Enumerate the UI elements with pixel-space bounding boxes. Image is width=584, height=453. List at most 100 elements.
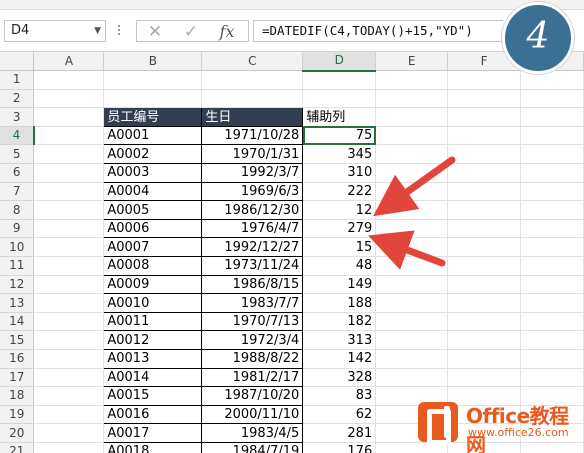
row-header[interactable]: 20: [0, 423, 35, 443]
employee-id-cell[interactable]: A0009: [103, 274, 203, 295]
row-header[interactable]: 9: [0, 219, 35, 239]
cell[interactable]: [447, 182, 522, 202]
header-helper-column[interactable]: 辅助列: [302, 107, 377, 127]
cell[interactable]: [33, 144, 105, 165]
helper-cell[interactable]: 176: [302, 442, 377, 453]
cell[interactable]: [447, 293, 522, 313]
cell[interactable]: [447, 89, 522, 109]
helper-cell[interactable]: 48: [302, 256, 377, 276]
cell[interactable]: [520, 368, 584, 388]
cell[interactable]: [33, 312, 105, 332]
birthday-cell[interactable]: 1986/12/30: [201, 200, 304, 220]
employee-id-cell[interactable]: A0004: [103, 181, 203, 202]
column-header-d[interactable]: D: [302, 52, 377, 72]
cell[interactable]: [375, 107, 449, 127]
cell[interactable]: [375, 126, 449, 146]
cell[interactable]: [33, 126, 105, 146]
row-header[interactable]: 1: [0, 70, 35, 90]
cell[interactable]: [33, 349, 105, 369]
chevron-down-icon[interactable]: ▼: [94, 21, 101, 41]
cell[interactable]: [520, 312, 584, 332]
cell[interactable]: [103, 70, 203, 90]
cell[interactable]: [520, 126, 584, 146]
header-employee-id[interactable]: 员工编号: [103, 107, 203, 127]
employee-id-cell[interactable]: A0003: [103, 163, 203, 183]
birthday-cell[interactable]: 1969/6/3: [201, 181, 304, 202]
cell[interactable]: [447, 70, 522, 90]
cell[interactable]: [375, 256, 449, 276]
cell[interactable]: [447, 237, 522, 258]
row-header[interactable]: 4: [0, 126, 35, 146]
cell[interactable]: [375, 293, 449, 313]
birthday-cell[interactable]: 1973/11/24: [201, 256, 304, 276]
row-header[interactable]: 2: [0, 89, 35, 109]
cell[interactable]: [375, 312, 449, 332]
row-header[interactable]: 11: [0, 256, 35, 276]
row-header[interactable]: 13: [0, 293, 35, 313]
birthday-cell[interactable]: 1987/10/20: [201, 386, 304, 406]
birthday-cell[interactable]: 1988/8/22: [201, 349, 304, 369]
drag-handle-icon[interactable]: [117, 23, 121, 39]
cell[interactable]: [375, 70, 449, 90]
cell[interactable]: [447, 312, 522, 332]
cell[interactable]: [375, 144, 449, 165]
helper-cell[interactable]: 279: [302, 219, 377, 239]
birthday-cell[interactable]: 1972/3/4: [201, 330, 304, 350]
birthday-cell[interactable]: 2000/11/10: [201, 404, 304, 425]
cell[interactable]: [375, 219, 449, 239]
cell[interactable]: [302, 89, 377, 109]
row-header[interactable]: 10: [0, 237, 35, 258]
cell[interactable]: [33, 275, 105, 295]
cell[interactable]: [520, 275, 584, 295]
helper-cell[interactable]: 313: [302, 330, 377, 350]
cell[interactable]: [520, 237, 584, 258]
birthday-cell[interactable]: 1970/1/31: [201, 144, 304, 165]
cell[interactable]: [520, 293, 584, 313]
employee-id-cell[interactable]: A0001: [103, 125, 203, 146]
cell[interactable]: [447, 330, 522, 350]
employee-id-cell[interactable]: A0006: [103, 218, 203, 239]
row-header[interactable]: 19: [0, 405, 35, 425]
cell[interactable]: [33, 256, 105, 276]
column-header-a[interactable]: A: [33, 52, 105, 72]
helper-cell[interactable]: 142: [302, 349, 377, 369]
helper-cell[interactable]: 345: [302, 144, 377, 165]
cell[interactable]: [375, 349, 449, 369]
birthday-cell[interactable]: 1970/7/13: [201, 311, 304, 332]
cell[interactable]: [33, 219, 105, 239]
cell[interactable]: [33, 423, 105, 443]
cell[interactable]: [375, 182, 449, 202]
row-header[interactable]: 15: [0, 330, 35, 350]
helper-cell[interactable]: 222: [302, 182, 377, 202]
employee-id-cell[interactable]: A0018: [103, 441, 203, 453]
helper-cell[interactable]: 62: [302, 405, 377, 425]
birthday-cell[interactable]: 1992/12/27: [201, 237, 304, 258]
cell[interactable]: [520, 219, 584, 239]
employee-id-cell[interactable]: A0008: [103, 256, 203, 276]
birthday-cell[interactable]: 1983/7/7: [201, 293, 304, 313]
cell[interactable]: [520, 182, 584, 202]
cell[interactable]: [520, 163, 584, 183]
cell[interactable]: [375, 275, 449, 295]
name-box[interactable]: D4 ▼: [4, 20, 106, 42]
birthday-cell[interactable]: 1986/8/15: [201, 274, 304, 295]
cell[interactable]: [375, 330, 449, 350]
cell[interactable]: [33, 368, 105, 388]
cell[interactable]: [33, 89, 105, 109]
employee-id-cell[interactable]: A0007: [103, 237, 203, 258]
cell[interactable]: [520, 70, 584, 90]
cell[interactable]: [520, 89, 584, 109]
header-birthday[interactable]: 生日: [201, 107, 304, 127]
helper-cell[interactable]: 188: [302, 293, 377, 313]
cell[interactable]: [375, 237, 449, 258]
cell[interactable]: [33, 330, 105, 350]
employee-id-cell[interactable]: A0015: [103, 386, 203, 406]
cell[interactable]: [33, 442, 105, 453]
cell[interactable]: [33, 107, 105, 127]
birthday-cell[interactable]: 1984/7/19: [201, 441, 304, 453]
cell[interactable]: [33, 163, 105, 183]
employee-id-cell[interactable]: A0017: [103, 423, 203, 443]
column-header-b[interactable]: B: [103, 52, 203, 72]
cell[interactable]: [447, 368, 522, 388]
helper-cell[interactable]: 149: [302, 275, 377, 295]
